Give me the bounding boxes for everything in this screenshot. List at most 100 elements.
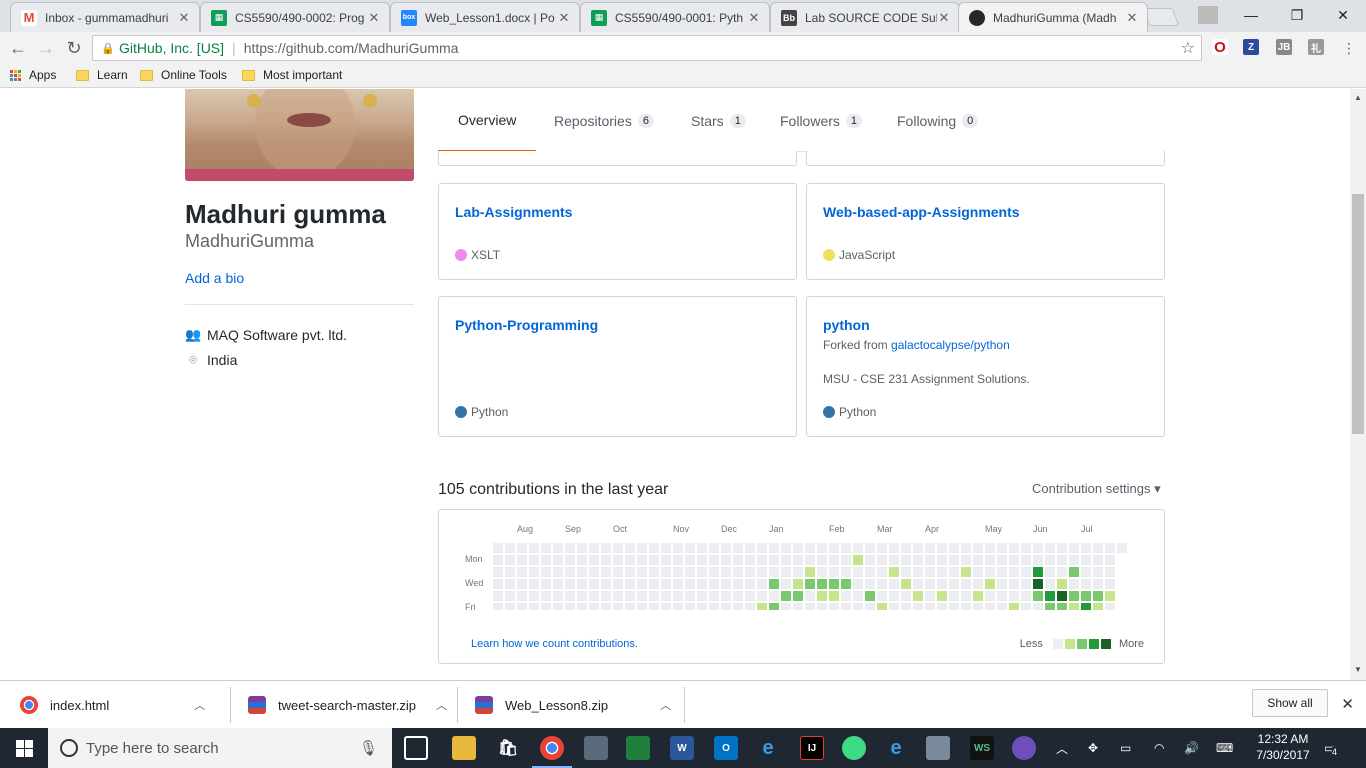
- contribution-day[interactable]: [889, 543, 899, 553]
- contribution-day[interactable]: [829, 579, 839, 589]
- contribution-day[interactable]: [733, 543, 743, 553]
- contribution-day[interactable]: [793, 567, 803, 577]
- contribution-day[interactable]: [865, 543, 875, 553]
- contribution-day[interactable]: [1057, 579, 1067, 589]
- download-item[interactable]: tweet-search-master.zip ︿: [248, 681, 447, 729]
- contribution-day[interactable]: [853, 567, 863, 577]
- contribution-day[interactable]: [685, 543, 695, 553]
- contribution-day[interactable]: [853, 555, 863, 565]
- contribution-day[interactable]: [925, 555, 935, 565]
- contribution-day[interactable]: [685, 579, 695, 589]
- contribution-day[interactable]: [997, 567, 1007, 577]
- contribution-day[interactable]: [1021, 579, 1031, 589]
- contribution-day[interactable]: [769, 579, 779, 589]
- contribution-day[interactable]: [709, 591, 719, 601]
- contribution-day[interactable]: [781, 543, 791, 553]
- contribution-day[interactable]: [493, 555, 503, 565]
- new-tab-button[interactable]: [1142, 8, 1180, 26]
- contribution-day[interactable]: [949, 603, 959, 610]
- contribution-day[interactable]: [757, 579, 767, 589]
- dropbox-icon[interactable]: ✥: [1088, 728, 1098, 768]
- contribution-day[interactable]: [565, 591, 575, 601]
- contribution-day[interactable]: [577, 591, 587, 601]
- close-icon[interactable]: ✕: [557, 10, 571, 26]
- page-scrollbar[interactable]: ▲ ▼: [1350, 89, 1366, 680]
- contribution-day[interactable]: [625, 579, 635, 589]
- contribution-day[interactable]: [649, 591, 659, 601]
- contribution-day[interactable]: [1021, 567, 1031, 577]
- contribution-day[interactable]: [505, 567, 515, 577]
- contribution-day[interactable]: [937, 603, 947, 610]
- contribution-day[interactable]: [637, 603, 647, 610]
- contribution-day[interactable]: [565, 555, 575, 565]
- contribution-day[interactable]: [877, 567, 887, 577]
- contribution-day[interactable]: [1009, 579, 1019, 589]
- excel-chart-icon[interactable]: [626, 736, 650, 760]
- contribution-day[interactable]: [661, 555, 671, 565]
- contribution-day[interactable]: [1117, 543, 1127, 553]
- contribution-day[interactable]: [1105, 555, 1115, 565]
- contribution-day[interactable]: [529, 567, 539, 577]
- contribution-day[interactable]: [817, 555, 827, 565]
- contribution-day[interactable]: [781, 567, 791, 577]
- contribution-day[interactable]: [697, 555, 707, 565]
- contribution-day[interactable]: [637, 591, 647, 601]
- contribution-day[interactable]: [601, 579, 611, 589]
- contribution-day[interactable]: [781, 579, 791, 589]
- contribution-day[interactable]: [745, 579, 755, 589]
- wifi-icon[interactable]: ◠: [1154, 728, 1164, 768]
- microphone-icon[interactable]: 🎙: [359, 739, 378, 757]
- contribution-day[interactable]: [529, 579, 539, 589]
- tab-gmail[interactable]: M Inbox - gummamadhuri ✕: [10, 2, 200, 32]
- contribution-day[interactable]: [685, 603, 695, 610]
- download-item[interactable]: Web_Lesson8.zip ︿: [475, 681, 671, 729]
- tab-github[interactable]: MadhuriGumma (Madh ✕: [958, 2, 1148, 32]
- contribution-day[interactable]: [973, 591, 983, 601]
- contribution-day[interactable]: [673, 603, 683, 610]
- contribution-day[interactable]: [985, 567, 995, 577]
- contribution-day[interactable]: [733, 567, 743, 577]
- contribution-day[interactable]: [505, 543, 515, 553]
- contribution-day[interactable]: [1045, 543, 1055, 553]
- contribution-day[interactable]: [529, 603, 539, 610]
- contribution-day[interactable]: [1105, 603, 1115, 610]
- contribution-day[interactable]: [589, 603, 599, 610]
- repo-name-link[interactable]: Web-based-app-Assignments: [823, 204, 1020, 220]
- contribution-day[interactable]: [733, 591, 743, 601]
- close-icon[interactable]: ✕: [177, 10, 191, 26]
- address-bar[interactable]: 🔒 GitHub, Inc. [US] | https://github.com…: [92, 35, 1202, 61]
- contribution-day[interactable]: [817, 567, 827, 577]
- contribution-day[interactable]: [1069, 579, 1079, 589]
- contribution-day[interactable]: [613, 579, 623, 589]
- outlook-icon[interactable]: O: [714, 736, 738, 760]
- contribution-day[interactable]: [505, 591, 515, 601]
- contribution-day[interactable]: [997, 603, 1007, 610]
- contribution-day[interactable]: [1105, 591, 1115, 601]
- contribution-day[interactable]: [529, 555, 539, 565]
- contribution-day[interactable]: [565, 579, 575, 589]
- contribution-day[interactable]: [649, 579, 659, 589]
- contribution-day[interactable]: [721, 603, 731, 610]
- contribution-day[interactable]: [1081, 591, 1091, 601]
- store-icon[interactable]: 🛍: [496, 736, 520, 760]
- contribution-day[interactable]: [1045, 555, 1055, 565]
- contribution-day[interactable]: [997, 543, 1007, 553]
- contribution-day[interactable]: [853, 591, 863, 601]
- tab-followers[interactable]: Followers 1: [780, 89, 863, 152]
- contribution-day[interactable]: [877, 555, 887, 565]
- contribution-day[interactable]: [1033, 579, 1043, 589]
- contribution-day[interactable]: [853, 543, 863, 553]
- contribution-day[interactable]: [493, 543, 503, 553]
- contribution-day[interactable]: [889, 567, 899, 577]
- contribution-day[interactable]: [589, 555, 599, 565]
- fork-source-link[interactable]: galactocalypse/python: [891, 338, 1010, 352]
- contribution-day[interactable]: [937, 579, 947, 589]
- tab-repositories[interactable]: Repositories 6: [554, 89, 654, 152]
- app-icon[interactable]: [1012, 736, 1036, 760]
- contribution-day[interactable]: [961, 579, 971, 589]
- contribution-day[interactable]: [1081, 543, 1091, 553]
- contribution-day[interactable]: [1081, 567, 1091, 577]
- contribution-day[interactable]: [613, 591, 623, 601]
- contribution-day[interactable]: [589, 591, 599, 601]
- contribution-day[interactable]: [745, 591, 755, 601]
